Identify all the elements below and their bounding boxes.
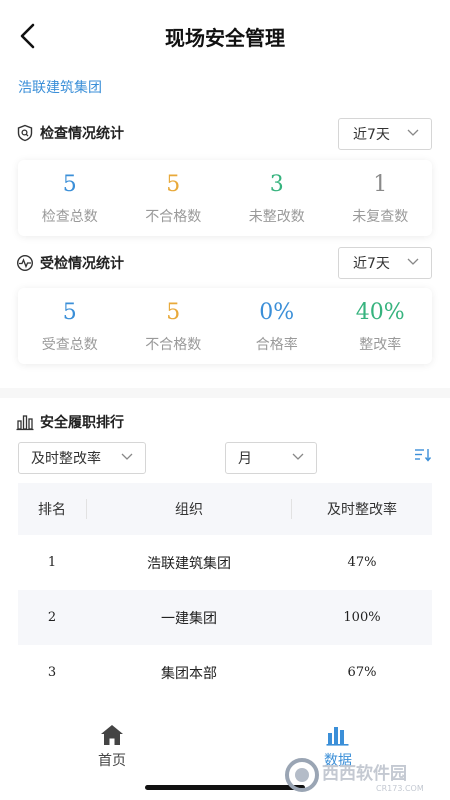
stat-inspected-total[interactable]: 5 受查总数: [18, 288, 122, 364]
cell-organization: 集团本部: [161, 665, 217, 682]
cell-rank: 3: [47, 665, 57, 680]
organization-link[interactable]: 浩联建筑集团: [18, 77, 102, 97]
cell-rate: 67%: [347, 665, 377, 680]
stat-value: 5: [166, 300, 181, 325]
inspection-range-value: 近7天: [353, 127, 390, 143]
header: 现场安全管理: [0, 0, 450, 72]
metric-filter-value: 及时整改率: [31, 451, 101, 467]
bar-chart-icon: [326, 727, 349, 746]
watermark-text: 西西软件园: [322, 763, 407, 784]
stat-value: 1: [373, 172, 388, 197]
home-icon: [101, 725, 123, 745]
inspection-section-title: 检查情况统计: [40, 126, 124, 142]
stat-rectification-rate[interactable]: 40% 整改率: [329, 288, 433, 364]
table-row[interactable]: 2 一建集团 100%: [18, 590, 432, 645]
stat-unreviewed[interactable]: 1 未复查数: [329, 160, 433, 236]
page-title: 现场安全管理: [165, 26, 285, 50]
stat-unrectified[interactable]: 3 未整改数: [225, 160, 329, 236]
chevron-down-icon: [407, 129, 419, 136]
inspected-section-header: 受检情况统计: [16, 251, 124, 275]
home-indicator: [145, 785, 305, 790]
table-row[interactable]: 3 集团本部 67%: [18, 645, 432, 700]
ranking-section-header: 安全履职排行: [16, 410, 124, 434]
stat-label: 检查总数: [41, 209, 98, 225]
table-row[interactable]: 1 浩联建筑集团 47%: [18, 535, 432, 590]
column-header-rate: 及时整改率: [327, 502, 397, 518]
column-header-organization: 组织: [175, 502, 203, 518]
ranking-table: 排名 组织 及时整改率 1 浩联建筑集团 47% 2 一建集团 100% 3 集…: [18, 483, 432, 700]
period-filter-select[interactable]: 月: [225, 442, 317, 474]
stat-unqualified[interactable]: 5 不合格数: [122, 288, 226, 364]
tab-home-label: 首页: [98, 753, 126, 769]
table-header: 排名 组织 及时整改率: [18, 483, 432, 535]
stat-inspection-total[interactable]: 5 检查总数: [18, 160, 122, 236]
stat-label: 整改率: [359, 337, 402, 353]
chevron-down-icon: [407, 258, 419, 265]
shield-search-icon: [17, 124, 33, 142]
inspected-range-value: 近7天: [353, 256, 390, 272]
stat-label: 不合格数: [145, 209, 202, 225]
stat-value: 0%: [259, 300, 295, 325]
inspection-stats-card: 5 检查总数 5 不合格数 3 未整改数 1 未复查数: [18, 160, 432, 236]
inspected-section-title: 受检情况统计: [40, 256, 124, 272]
stat-value: 5: [62, 172, 77, 197]
pulse-monitor-icon: [16, 254, 34, 272]
inspected-stats-card: 5 受查总数 5 不合格数 0% 合格率 40% 整改率: [18, 288, 432, 364]
bar-chart-icon: [16, 415, 34, 431]
cell-organization: 一建集团: [161, 610, 217, 627]
cell-rank: 2: [47, 610, 57, 625]
watermark-subtext: CR173.COM: [376, 784, 424, 793]
stat-unqualified[interactable]: 5 不合格数: [122, 160, 226, 236]
ranking-section-title: 安全履职排行: [40, 415, 124, 431]
section-divider: [0, 388, 450, 398]
cell-rank: 1: [47, 555, 57, 570]
chevron-down-icon: [121, 453, 133, 460]
stat-label: 不合格数: [145, 337, 202, 353]
stat-pass-rate[interactable]: 0% 合格率: [225, 288, 329, 364]
stat-label: 受查总数: [41, 337, 98, 353]
inspection-range-select[interactable]: 近7天: [338, 118, 432, 150]
stat-value: 3: [269, 172, 284, 197]
stat-label: 未复查数: [352, 209, 409, 225]
period-filter-value: 月: [238, 451, 252, 467]
cell-rate: 47%: [347, 555, 377, 570]
tab-home[interactable]: 首页: [62, 724, 162, 770]
metric-filter-select[interactable]: 及时整改率: [18, 442, 146, 474]
site-watermark-logo: 西西软件园 CR173.COM: [285, 758, 424, 793]
stat-label: 合格率: [255, 337, 298, 353]
stat-value: 5: [62, 300, 77, 325]
inspection-section-header: 检查情况统计: [16, 121, 124, 145]
stat-value: 5: [166, 172, 181, 197]
sort-icon[interactable]: [414, 447, 432, 463]
cell-organization: 浩联建筑集团: [147, 555, 231, 572]
chevron-down-icon: [292, 453, 304, 460]
stat-label: 未整改数: [248, 209, 305, 225]
cell-rate: 100%: [343, 610, 381, 625]
stat-value: 40%: [355, 300, 405, 325]
inspected-range-select[interactable]: 近7天: [338, 247, 432, 279]
column-header-rank: 排名: [38, 502, 66, 518]
